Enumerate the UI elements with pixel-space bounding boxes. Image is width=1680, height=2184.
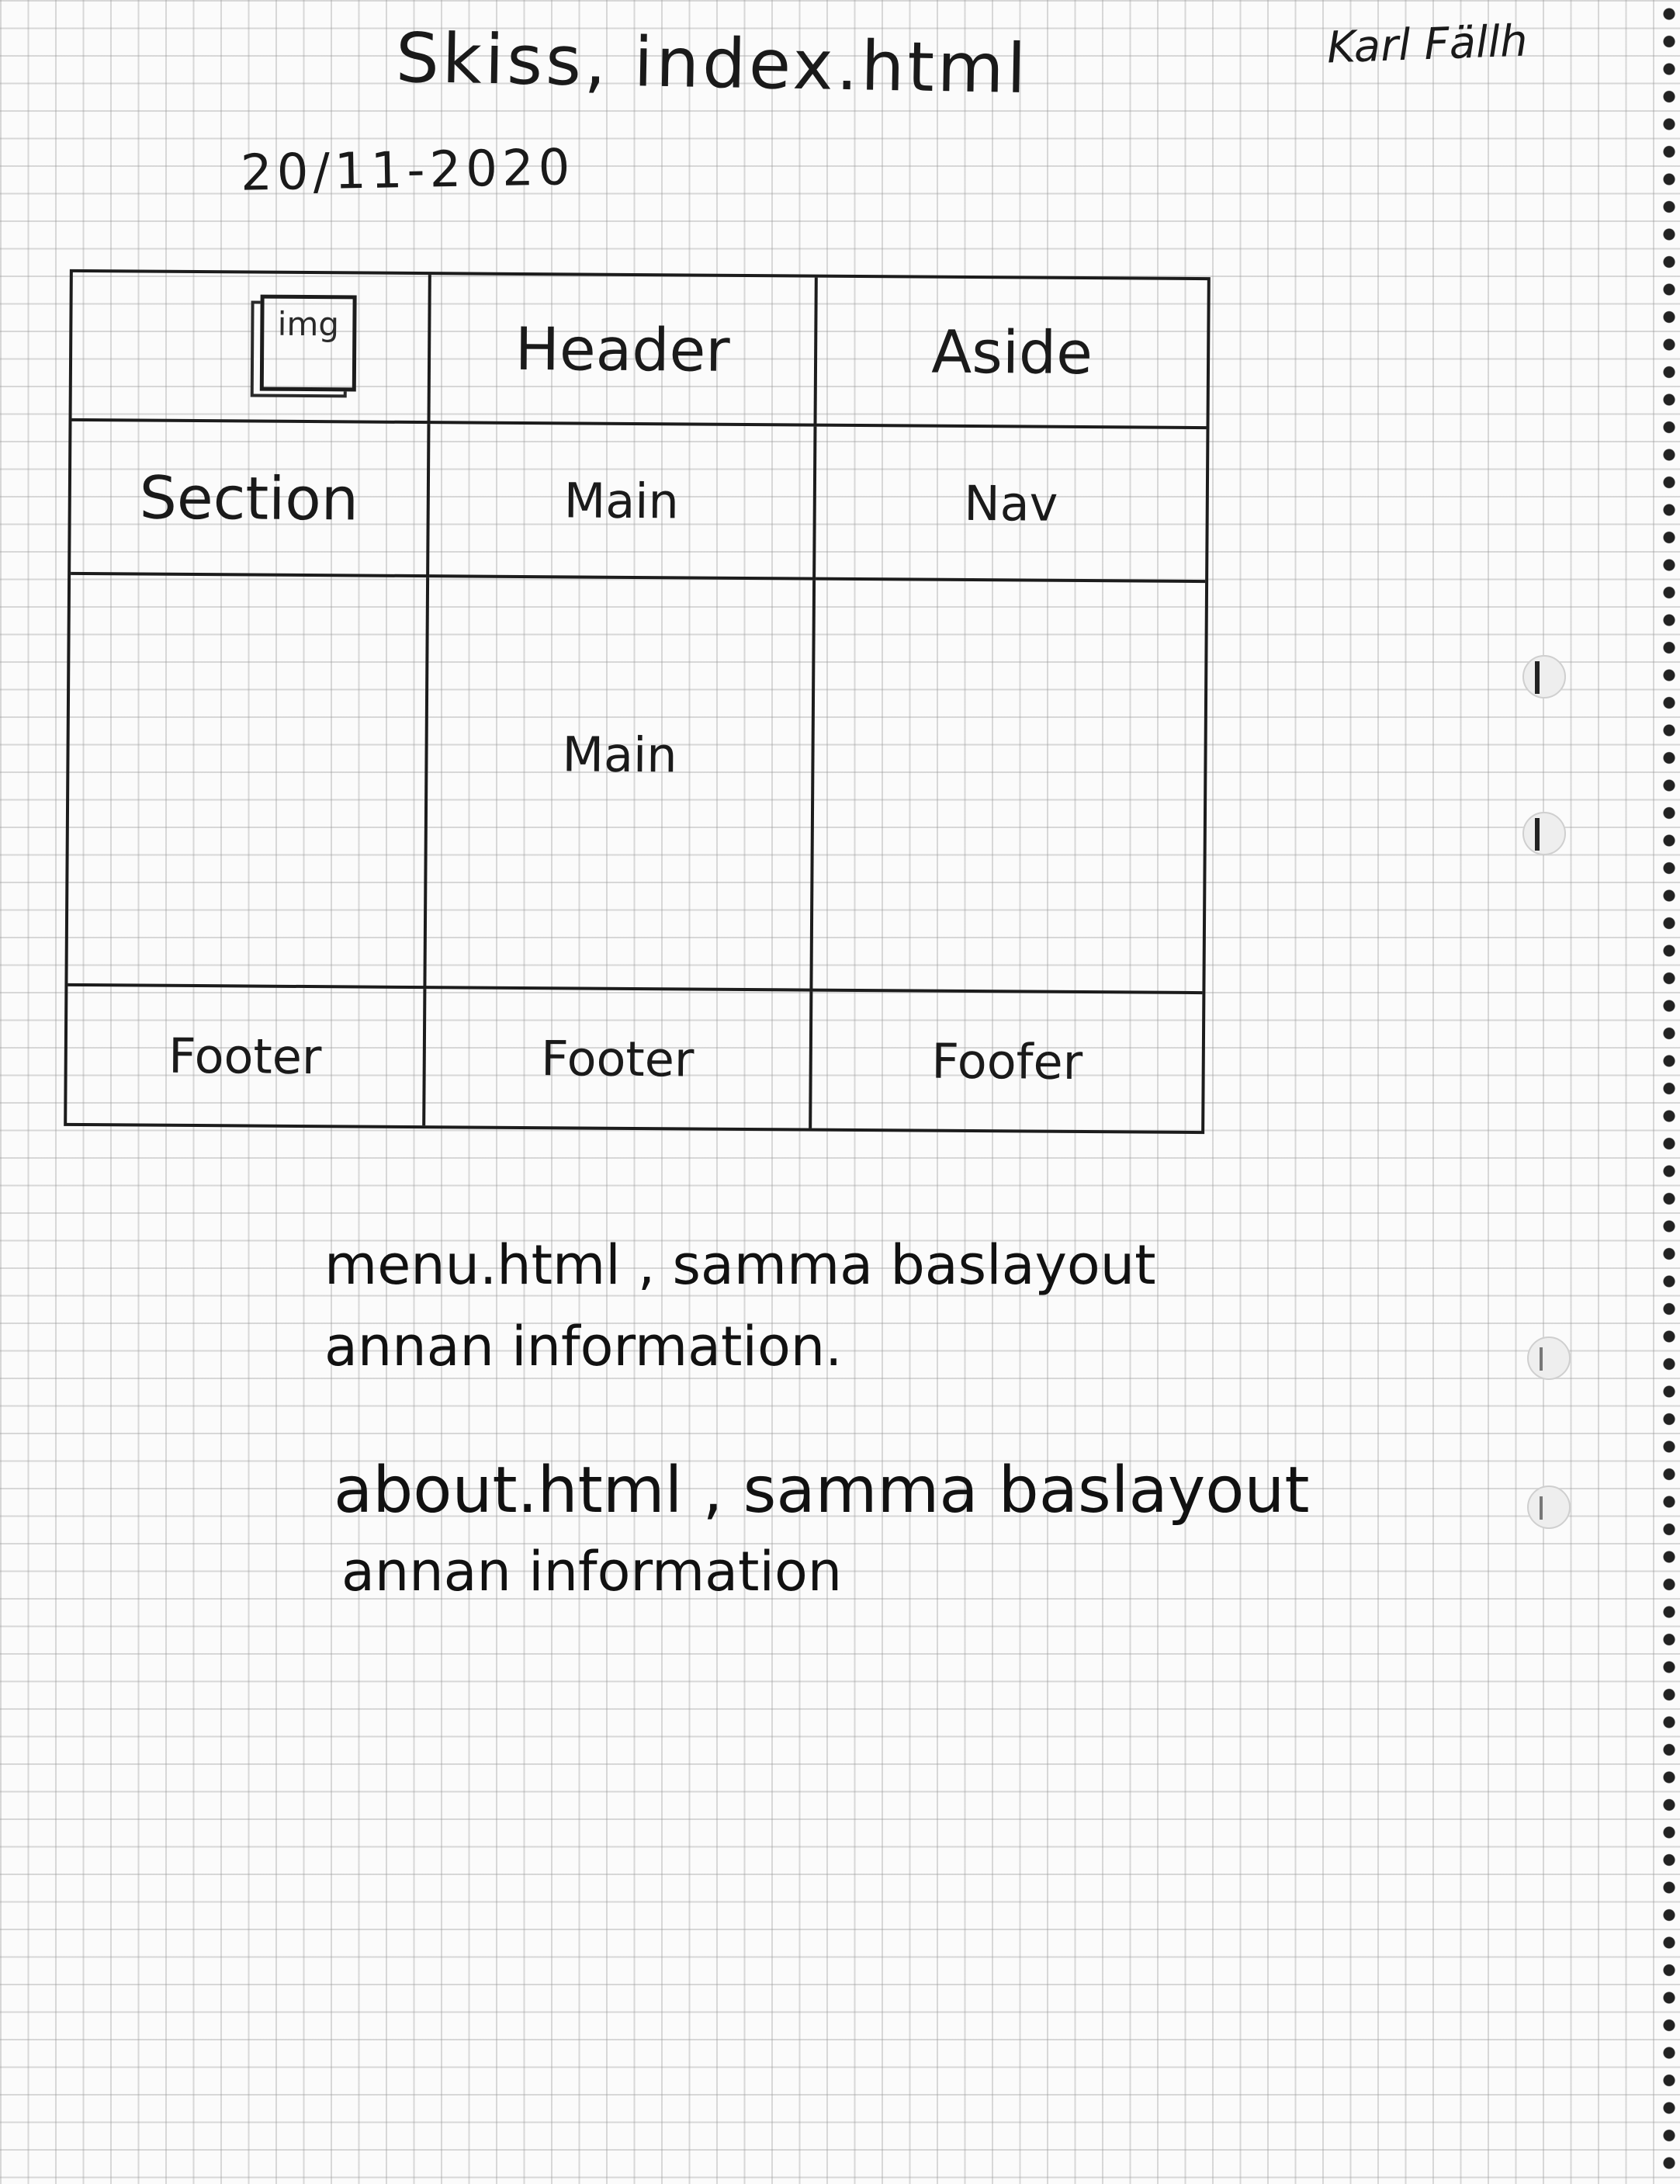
layout-sketch: img Header Aside Section Main Nav Main F…	[64, 269, 1211, 1135]
header-label: Header	[514, 314, 730, 385]
footer-right-label: Foofer	[931, 1032, 1083, 1090]
cell-footer-left: Footer	[67, 986, 427, 1126]
section-label: Section	[139, 463, 359, 533]
image-placeholder-icon: img	[259, 294, 357, 392]
main-label: Main	[562, 726, 677, 784]
cell-section: Section	[71, 421, 431, 578]
cell-header: Header	[430, 275, 818, 427]
main-top-label: Main	[563, 471, 680, 529]
menu-note-line1: menu.html , samma baslayout	[324, 1233, 1156, 1297]
about-note-line2: annan information	[341, 1540, 843, 1603]
nav-label: Nav	[963, 474, 1058, 532]
binder-hole-icon	[1527, 1336, 1571, 1380]
about-note-line1: about.html , samma baslayout	[334, 1454, 1310, 1527]
binder-hole-icon	[1522, 812, 1566, 855]
spiral-binding	[1652, 0, 1680, 2184]
menu-note-line2: annan information.	[324, 1315, 843, 1378]
footer-middle-label: Footer	[540, 1029, 695, 1088]
cell-aside: Aside	[816, 277, 1207, 430]
cell-img: img	[71, 272, 431, 425]
cell-right-body	[812, 580, 1206, 995]
date-label: 20/11-2020	[240, 139, 576, 203]
page-title: Skiss, index.html	[395, 17, 1030, 109]
cell-footer-right: Foofer	[812, 992, 1202, 1132]
binder-hole-icon	[1522, 655, 1566, 699]
signature: Karl Fällh	[1325, 16, 1529, 74]
binder-hole-icon	[1527, 1485, 1571, 1529]
cell-nav: Nav	[816, 426, 1207, 584]
cell-footer-middle: Footer	[425, 989, 813, 1128]
img-label: img	[277, 304, 340, 344]
cell-left-body	[68, 574, 430, 990]
cell-main: Main	[426, 577, 816, 992]
aside-label: Aside	[930, 317, 1093, 387]
cell-main-top: Main	[429, 424, 817, 581]
footer-left-label: Footer	[168, 1027, 322, 1085]
